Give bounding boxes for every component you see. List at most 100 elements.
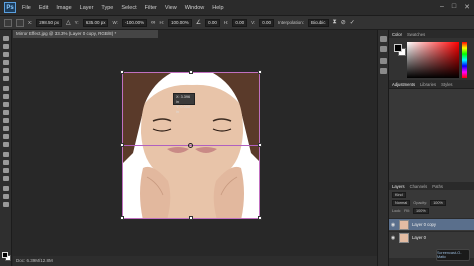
blur-tool-icon[interactable] <box>3 134 9 139</box>
transform-handle-bottom-left[interactable] <box>120 216 124 220</box>
layer-name[interactable]: Layer 0 copy <box>412 222 436 227</box>
panel-foreground-color[interactable] <box>394 44 402 52</box>
dodge-tool-icon[interactable] <box>3 142 9 147</box>
menu-edit[interactable]: Edit <box>39 5 48 11</box>
crop-tool-icon[interactable] <box>3 68 9 73</box>
status-bar: Doc: 6.39M/12.8M <box>13 256 388 266</box>
document-tab[interactable]: Mirror Effect.jpg @ 33.3% (Layer 0 copy,… <box>13 30 158 38</box>
opacity-label: Opacity: <box>413 201 428 205</box>
menu-file[interactable]: File <box>22 5 31 11</box>
menu-select[interactable]: Select <box>121 5 136 11</box>
width-input[interactable]: -100.00% <box>121 18 148 27</box>
layer-filter-kind[interactable]: Kind <box>392 192 406 198</box>
eraser-tool-icon[interactable] <box>3 118 9 123</box>
hand-tool-icon[interactable] <box>3 186 9 191</box>
eyedropper-tool-icon[interactable] <box>3 76 9 81</box>
type-tool-icon[interactable] <box>3 160 9 165</box>
history-panel-icon[interactable] <box>380 36 387 42</box>
history-brush-tool-icon[interactable] <box>3 110 9 115</box>
maximize-icon[interactable]: □ <box>452 3 456 11</box>
menu-view[interactable]: View <box>165 5 177 11</box>
blend-mode-select[interactable]: Normal <box>392 200 411 206</box>
layer-thumbnail <box>399 219 409 230</box>
more-tools-icon[interactable] <box>3 202 9 207</box>
lock-label: Lock: <box>392 209 402 213</box>
link-icon[interactable]: ∞ <box>151 20 155 26</box>
lasso-tool-icon[interactable] <box>3 52 9 57</box>
tools-panel <box>0 30 12 266</box>
menu-bar: Ps File Edit Image Layer Type Select Fil… <box>0 0 474 16</box>
properties-panel-icon[interactable] <box>380 46 387 52</box>
layer-row[interactable]: ◉ Layer 0 copy <box>389 218 474 230</box>
gradient-tool-icon[interactable] <box>3 126 9 131</box>
transform-center-point[interactable] <box>188 143 193 148</box>
visibility-eye-icon[interactable]: ◉ <box>389 235 397 241</box>
layer-row[interactable]: ◉ Layer 0 <box>389 231 474 243</box>
opacity-input[interactable]: 100% <box>430 200 446 206</box>
close-icon[interactable]: ✕ <box>464 3 470 11</box>
visibility-eye-icon[interactable]: ◉ <box>389 222 397 228</box>
pen-tool-icon[interactable] <box>3 152 9 157</box>
clone-stamp-tool-icon[interactable] <box>3 102 9 107</box>
x-input[interactable]: 298.50 px <box>36 18 63 27</box>
shape-tool-icon[interactable] <box>3 176 9 181</box>
minimize-icon[interactable]: – <box>440 3 444 11</box>
transform-handle-top[interactable] <box>189 70 193 74</box>
foreground-color[interactable] <box>2 252 8 258</box>
hue-slider[interactable] <box>462 42 467 78</box>
tab-styles[interactable]: Styles <box>441 82 452 87</box>
color-swatches[interactable] <box>2 252 11 261</box>
move-tool-icon[interactable] <box>3 36 9 41</box>
fill-input[interactable]: 100% <box>412 208 429 214</box>
h-skew-label: H: <box>223 20 229 25</box>
tab-paths[interactable]: Paths <box>432 184 443 189</box>
tooltip-y: Y: 0.000 in <box>176 105 190 114</box>
height-input[interactable]: 100.00% <box>167 18 192 27</box>
transform-handle-bottom-right[interactable] <box>258 216 262 220</box>
paragraph-panel-icon[interactable] <box>380 68 387 74</box>
interpolation-select[interactable]: Bicubic <box>308 18 329 27</box>
h-skew-input[interactable]: 0.00 <box>232 18 248 27</box>
path-select-tool-icon[interactable] <box>3 168 9 173</box>
right-panels: Color Swatches Adjustments Libraries Sty… <box>388 30 474 266</box>
menu-image[interactable]: Image <box>56 5 71 11</box>
fill-label: Fill: <box>404 209 410 213</box>
delta-icon[interactable]: △ <box>66 19 71 26</box>
layer-thumbnail <box>399 232 409 243</box>
zoom-tool-icon[interactable] <box>3 194 9 199</box>
healing-tool-icon[interactable] <box>3 86 9 91</box>
layer-name[interactable]: Layer 0 <box>412 235 426 240</box>
angle-input[interactable]: 0.00 <box>205 18 220 27</box>
panel-dock <box>377 30 388 266</box>
layers-panel-tabs: Layers Channels Paths <box>389 182 474 190</box>
transform-handle-left[interactable] <box>120 143 124 147</box>
character-panel-icon[interactable] <box>380 58 387 64</box>
tab-color[interactable]: Color <box>392 32 402 37</box>
menu-type[interactable]: Type <box>101 5 113 11</box>
menu-layer[interactable]: Layer <box>80 5 94 11</box>
tab-channels[interactable]: Channels <box>410 184 428 189</box>
tab-layers[interactable]: Layers <box>392 184 405 189</box>
brush-tool-icon[interactable] <box>3 94 9 99</box>
transform-handle-bottom[interactable] <box>189 216 193 220</box>
commit-transform-icon[interactable]: ✓ <box>350 19 355 26</box>
transform-handle-right[interactable] <box>258 143 262 147</box>
menu-filter[interactable]: Filter <box>145 5 157 11</box>
menu-help[interactable]: Help <box>212 5 223 11</box>
y-input[interactable]: 635.00 px <box>82 18 109 27</box>
tab-swatches[interactable]: Swatches <box>407 32 425 37</box>
tab-adjustments[interactable]: Adjustments <box>392 82 415 87</box>
marquee-tool-icon[interactable] <box>3 44 9 49</box>
transform-handle-top-left[interactable] <box>120 70 124 74</box>
cancel-transform-icon[interactable]: ⊘ <box>341 19 346 26</box>
photoshop-window: Ps File Edit Image Layer Type Select Fil… <box>0 0 474 266</box>
color-picker-field[interactable] <box>407 42 459 78</box>
face-image-right <box>192 73 259 218</box>
quick-select-tool-icon[interactable] <box>3 60 9 65</box>
warp-icon[interactable]: ⧗ <box>333 19 337 26</box>
menu-window[interactable]: Window <box>185 5 205 11</box>
transform-handle-top-right[interactable] <box>258 70 262 74</box>
v-skew-input[interactable]: 0.00 <box>259 18 274 27</box>
reference-point-icon[interactable] <box>16 18 24 27</box>
tab-libraries[interactable]: Libraries <box>420 82 436 87</box>
